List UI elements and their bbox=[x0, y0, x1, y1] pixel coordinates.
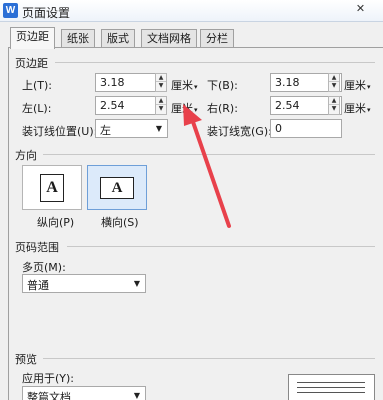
gutter-position-value: 左 bbox=[100, 124, 111, 137]
preview-section-label: 预览 bbox=[15, 353, 37, 366]
unit-label: 厘米 bbox=[171, 102, 193, 115]
left-margin-stepper[interactable]: ▲ ▼ bbox=[155, 96, 167, 115]
right-margin-value: 2.54 bbox=[275, 99, 300, 112]
portrait-label[interactable]: 纵向(P) bbox=[37, 214, 74, 230]
spin-down-icon[interactable]: ▼ bbox=[156, 105, 166, 113]
tab-document-grid[interactable]: 文档网格 bbox=[141, 29, 197, 48]
chevron-down-icon: ▼ bbox=[133, 391, 140, 400]
preview-text-line bbox=[297, 392, 365, 393]
gutter-position-label: 装订线位置(U): bbox=[22, 125, 98, 138]
landscape-option[interactable]: A bbox=[87, 165, 147, 210]
landscape-page-icon: A bbox=[100, 177, 134, 199]
left-margin-label: 左(L): bbox=[22, 102, 52, 115]
spin-up-icon[interactable]: ▲ bbox=[156, 74, 166, 82]
gutter-position-select[interactable]: 左 ▼ bbox=[95, 119, 168, 138]
right-margin-stepper[interactable]: ▲ ▼ bbox=[328, 96, 340, 115]
preview-text-line bbox=[297, 387, 365, 388]
margins-separator bbox=[55, 62, 375, 63]
unit-caret-icon: ▾ bbox=[194, 83, 198, 91]
apply-to-label: 应用于(Y): bbox=[22, 372, 75, 385]
tab-columns[interactable]: 分栏 bbox=[200, 29, 234, 48]
unit-caret-icon: ▾ bbox=[367, 83, 371, 91]
left-margin-unit-dropdown[interactable]: 厘米▾ bbox=[171, 100, 198, 116]
close-button[interactable]: ✕ bbox=[338, 0, 383, 19]
orientation-section-label: 方向 bbox=[15, 149, 37, 162]
portrait-option[interactable]: A bbox=[22, 165, 82, 210]
top-margin-value: 3.18 bbox=[100, 76, 125, 89]
tab-layout[interactable]: 版式 bbox=[101, 29, 135, 48]
gutter-width-value: 0 bbox=[275, 122, 282, 135]
spin-down-icon[interactable]: ▼ bbox=[156, 82, 166, 90]
top-margin-unit-dropdown[interactable]: 厘米▾ bbox=[171, 77, 198, 93]
title-bar: W 页面设置 ✕ bbox=[0, 0, 383, 22]
bottom-margin-label: 下(B): bbox=[207, 79, 238, 92]
unit-caret-icon: ▾ bbox=[194, 106, 198, 114]
right-margin-unit-dropdown[interactable]: 厘米▾ bbox=[344, 100, 371, 116]
preview-separator bbox=[43, 358, 375, 359]
left-margin-value: 2.54 bbox=[100, 99, 125, 112]
gutter-width-label: 装订线宽(G): bbox=[207, 125, 272, 138]
chevron-down-icon: ▼ bbox=[155, 124, 162, 133]
spin-down-icon[interactable]: ▼ bbox=[329, 82, 339, 90]
app-logo-icon: W bbox=[3, 3, 18, 18]
multiple-pages-value: 普通 bbox=[27, 279, 49, 292]
gutter-width-input[interactable]: 0 bbox=[270, 119, 342, 138]
unit-label: 厘米 bbox=[344, 102, 366, 115]
multiple-pages-select[interactable]: 普通 ▼ bbox=[22, 274, 146, 293]
tab-paper[interactable]: 纸张 bbox=[61, 29, 95, 48]
top-margin-stepper[interactable]: ▲ ▼ bbox=[155, 73, 167, 92]
landscape-label[interactable]: 横向(S) bbox=[101, 214, 139, 230]
spin-down-icon[interactable]: ▼ bbox=[329, 105, 339, 113]
tab-margins[interactable]: 页边距 bbox=[10, 27, 55, 49]
margins-section-label: 页边距 bbox=[15, 57, 48, 70]
apply-to-value: 整篇文档 bbox=[27, 391, 71, 400]
top-margin-label: 上(T): bbox=[22, 79, 53, 92]
bottom-margin-stepper[interactable]: ▲ ▼ bbox=[328, 73, 340, 92]
orientation-separator bbox=[43, 154, 375, 155]
bottom-margin-value: 3.18 bbox=[275, 76, 300, 89]
unit-label: 厘米 bbox=[344, 79, 366, 92]
page-range-separator bbox=[67, 246, 375, 247]
chevron-down-icon: ▼ bbox=[133, 279, 140, 288]
unit-caret-icon: ▾ bbox=[367, 106, 371, 114]
spin-up-icon[interactable]: ▲ bbox=[329, 74, 339, 82]
multiple-pages-label: 多页(M): bbox=[22, 261, 66, 274]
spin-up-icon[interactable]: ▲ bbox=[329, 97, 339, 105]
unit-label: 厘米 bbox=[171, 79, 193, 92]
right-margin-label: 右(R): bbox=[207, 102, 238, 115]
portrait-page-icon: A bbox=[40, 174, 64, 202]
preview-page bbox=[288, 374, 375, 400]
spin-up-icon[interactable]: ▲ bbox=[156, 97, 166, 105]
window-title: 页面设置 bbox=[22, 6, 71, 20]
bottom-margin-unit-dropdown[interactable]: 厘米▾ bbox=[344, 77, 371, 93]
page-range-section-label: 页码范围 bbox=[15, 241, 59, 254]
apply-to-select[interactable]: 整篇文档 ▼ bbox=[22, 386, 146, 400]
preview-text-line bbox=[297, 382, 365, 383]
